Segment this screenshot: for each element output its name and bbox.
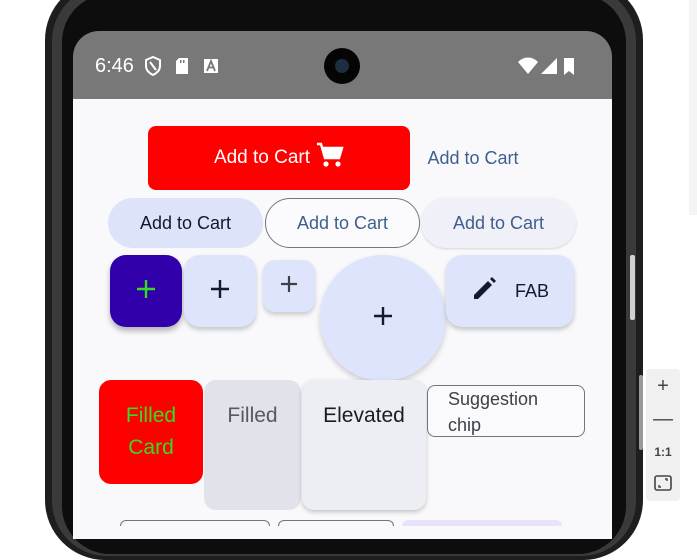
filled-label: Filled: [227, 404, 278, 427]
fab[interactable]: [184, 255, 256, 327]
cart-icon: [316, 142, 344, 174]
primary-fab[interactable]: [110, 255, 182, 327]
pencil-icon: [471, 276, 497, 307]
add-to-cart-label: Add to Cart: [213, 147, 311, 168]
a-letter-icon: [203, 58, 219, 79]
fit-screen-button[interactable]: [646, 470, 680, 500]
shield-icon: [144, 55, 162, 81]
signal-icon: [540, 57, 558, 80]
suggestion-chip-label: Suggestion chip: [448, 389, 539, 435]
emulator-scrollbar[interactable]: [639, 375, 643, 450]
elevated-label: Elevated: [323, 404, 405, 427]
partial-item: [120, 520, 270, 526]
elevated-card[interactable]: Elevated: [302, 380, 426, 510]
fit-screen-icon: [654, 474, 672, 497]
zoom-in-button[interactable]: +: [646, 371, 680, 401]
extended-fab[interactable]: FAB: [446, 255, 574, 327]
partial-item: [402, 520, 562, 526]
side-button: [630, 255, 635, 320]
small-fab[interactable]: [263, 260, 315, 312]
actual-size-button[interactable]: 1:1: [646, 437, 680, 467]
filled-card[interactable]: Filled: [204, 380, 301, 510]
camera-lens: [335, 59, 349, 73]
large-fab[interactable]: [320, 255, 446, 381]
add-to-cart-tonal-button[interactable]: Add to Cart: [108, 198, 263, 248]
partial-item: [278, 520, 394, 526]
plus-icon: [209, 278, 231, 305]
plus-icon: [135, 278, 157, 305]
add-to-cart-filled-button[interactable]: Add to Cart: [148, 126, 410, 190]
wifi-icon: [517, 57, 539, 80]
zoom-out-button[interactable]: —: [646, 404, 680, 434]
plus-icon: [372, 305, 394, 332]
sd-card-icon: [174, 57, 190, 80]
custom-filled-card[interactable]: Filled Card: [99, 380, 203, 484]
status-time: 6:46: [95, 55, 134, 77]
extended-fab-label: FAB: [514, 280, 549, 301]
plus-icon: [279, 274, 299, 299]
window-scrollbar[interactable]: [689, 0, 697, 215]
suggestion-chip[interactable]: Suggestion chip: [427, 385, 585, 437]
add-to-cart-outlined-button[interactable]: Add to Cart: [265, 198, 420, 248]
add-to-cart-text-button[interactable]: Add to Cart: [416, 140, 530, 176]
filled-card-label: Filled Card: [125, 404, 177, 459]
battery-icon: [563, 56, 575, 81]
add-to-cart-elevated-button[interactable]: Add to Cart: [421, 198, 576, 248]
